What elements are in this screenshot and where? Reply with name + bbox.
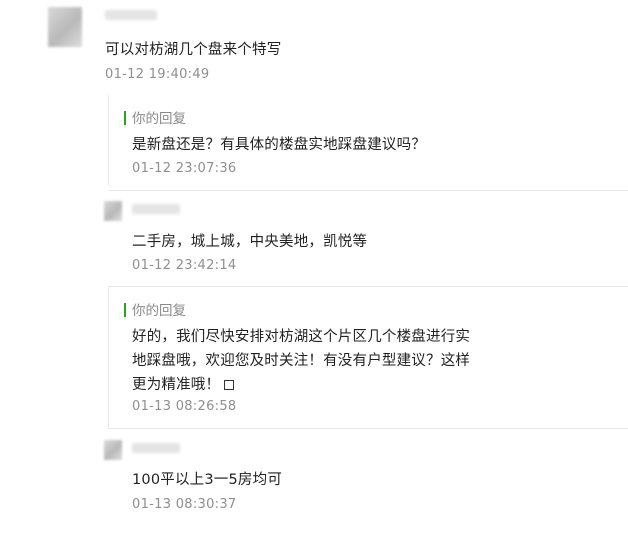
divider	[108, 286, 628, 287]
comment-text: 100平以上3一5房均可	[132, 472, 283, 488]
reply-label: 你的回复	[124, 107, 186, 127]
reply-text-line: 地踩盘哦，欢迎您及时关注！有没有户型建议？这样	[132, 353, 471, 369]
emoji-icon	[224, 380, 235, 390]
reply-label: 你的回复	[124, 299, 186, 319]
comment-text: 可以对枋湖几个盘来个特写	[105, 42, 282, 58]
reply-marker-icon	[124, 303, 126, 317]
reply-timestamp: 01-12 23:07:36	[132, 161, 237, 176]
avatar	[48, 7, 82, 47]
reply-text: 是新盘还是？有具体的楼盘实地踩盘建议吗？	[132, 137, 426, 153]
comment-timestamp: 01-13 08:30:37	[132, 497, 237, 512]
reply-text-line: 更为精准哦！	[132, 373, 235, 394]
divider	[108, 428, 628, 429]
reply-timestamp: 01-13 08:26:58	[132, 399, 237, 414]
username-blurred	[105, 10, 157, 20]
reply-text-line: 好的，我们尽快安排对枋湖这个片区几个楼盘进行实	[132, 329, 471, 345]
comment-timestamp: 01-12 23:42:14	[132, 258, 237, 273]
avatar	[104, 440, 122, 460]
comment-timestamp: 01-12 19:40:49	[105, 67, 210, 82]
username-blurred	[132, 204, 180, 214]
divider	[108, 190, 628, 191]
username-blurred	[132, 443, 180, 453]
comment-text: 二手房，城上城，中央美地，凯悦等	[132, 234, 368, 250]
reply-border	[108, 95, 109, 185]
reply-border	[108, 287, 109, 427]
avatar	[104, 201, 122, 221]
reply-marker-icon	[124, 111, 126, 125]
